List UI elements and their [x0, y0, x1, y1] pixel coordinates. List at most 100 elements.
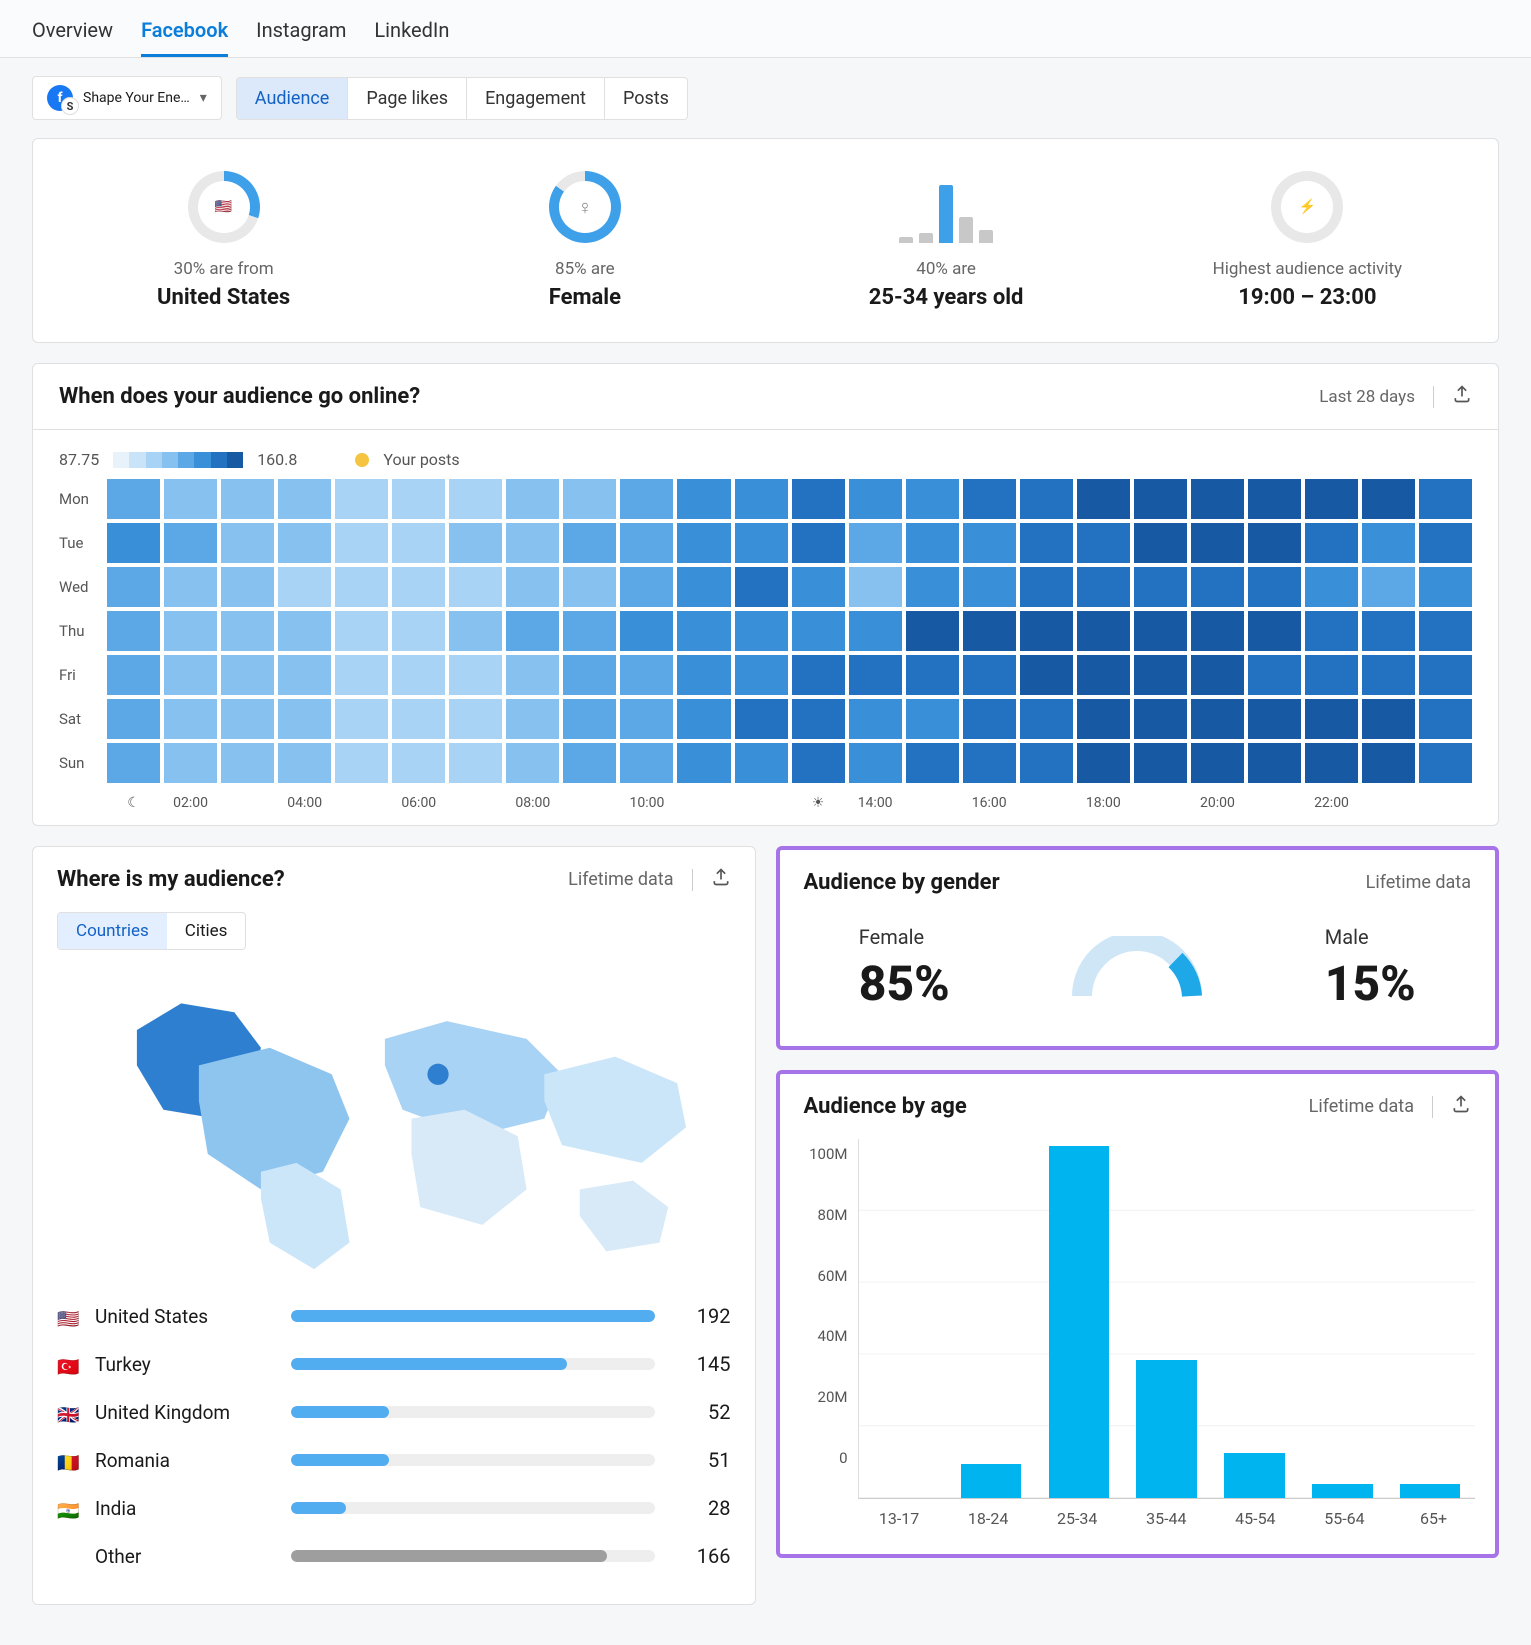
heatmap-cell[interactable]: [792, 523, 845, 563]
heatmap-cell[interactable]: [164, 567, 217, 607]
heatmap-cell[interactable]: [1134, 611, 1187, 651]
heatmap-cell[interactable]: [1305, 479, 1358, 519]
heatmap-cell[interactable]: [735, 743, 788, 783]
heatmap-cell[interactable]: [1419, 743, 1472, 783]
heatmap-cell[interactable]: [849, 523, 902, 563]
heatmap-cell[interactable]: [1077, 567, 1130, 607]
heatmap-cell[interactable]: [278, 655, 331, 695]
heatmap-cell[interactable]: [335, 743, 388, 783]
heatmap-cell[interactable]: [1248, 611, 1301, 651]
heatmap-cell[interactable]: [620, 567, 673, 607]
heatmap-cell[interactable]: [563, 655, 616, 695]
heatmap-cell[interactable]: [1362, 479, 1415, 519]
heatmap-cell[interactable]: [620, 655, 673, 695]
heatmap-cell[interactable]: [1020, 655, 1073, 695]
heatmap-cell[interactable]: [221, 523, 274, 563]
export-icon[interactable]: [1452, 384, 1472, 409]
heatmap-cell[interactable]: [1362, 699, 1415, 739]
heatmap-cell[interactable]: [963, 655, 1016, 695]
heatmap-cell[interactable]: [1020, 743, 1073, 783]
heatmap-cell[interactable]: [449, 655, 502, 695]
heatmap-cell[interactable]: [792, 699, 845, 739]
heatmap-cell[interactable]: [963, 479, 1016, 519]
heatmap-cell[interactable]: [278, 479, 331, 519]
heatmap-cell[interactable]: [849, 699, 902, 739]
heatmap-cell[interactable]: [107, 523, 160, 563]
heatmap-cell[interactable]: [107, 655, 160, 695]
age-bar[interactable]: [1049, 1146, 1110, 1498]
heatmap-cell[interactable]: [221, 611, 274, 651]
heatmap-cell[interactable]: [620, 611, 673, 651]
heatmap-cell[interactable]: [563, 699, 616, 739]
heatmap-cell[interactable]: [735, 567, 788, 607]
heatmap-cell[interactable]: [107, 699, 160, 739]
heatmap-cell[interactable]: [906, 523, 959, 563]
heatmap-cell[interactable]: [1191, 567, 1244, 607]
tab-overview[interactable]: Overview: [32, 10, 113, 57]
subtab-audience[interactable]: Audience: [237, 78, 349, 119]
export-icon[interactable]: [1451, 1094, 1471, 1119]
heatmap-cell[interactable]: [849, 479, 902, 519]
heatmap-cell[interactable]: [1077, 479, 1130, 519]
export-icon[interactable]: [711, 867, 731, 892]
heatmap-cell[interactable]: [735, 611, 788, 651]
heatmap-cell[interactable]: [506, 567, 559, 607]
heatmap-cell[interactable]: [1305, 567, 1358, 607]
heatmap-cell[interactable]: [1248, 743, 1301, 783]
heatmap-cell[interactable]: [563, 523, 616, 563]
heatmap-cell[interactable]: [506, 699, 559, 739]
heatmap-cell[interactable]: [506, 655, 559, 695]
heatmap-cell[interactable]: [392, 567, 445, 607]
heatmap-cell[interactable]: [735, 655, 788, 695]
heatmap-cell[interactable]: [335, 479, 388, 519]
world-map[interactable]: [33, 950, 755, 1292]
heatmap-cell[interactable]: [792, 479, 845, 519]
heatmap-cell[interactable]: [849, 611, 902, 651]
heatmap-cell[interactable]: [1305, 699, 1358, 739]
heatmap-cell[interactable]: [392, 655, 445, 695]
heatmap-cell[interactable]: [1191, 523, 1244, 563]
heatmap-cell[interactable]: [506, 743, 559, 783]
heatmap-cell[interactable]: [392, 611, 445, 651]
age-bar[interactable]: [1312, 1484, 1373, 1498]
subtab-page-likes[interactable]: Page likes: [348, 78, 467, 119]
heatmap-cell[interactable]: [1362, 655, 1415, 695]
heatmap-cell[interactable]: [1248, 655, 1301, 695]
heatmap-cell[interactable]: [1419, 699, 1472, 739]
heatmap-cell[interactable]: [1077, 743, 1130, 783]
heatmap-cell[interactable]: [849, 655, 902, 695]
heatmap-cell[interactable]: [392, 699, 445, 739]
heatmap-cell[interactable]: [906, 479, 959, 519]
heatmap-cell[interactable]: [1362, 611, 1415, 651]
heatmap-cell[interactable]: [221, 655, 274, 695]
heatmap-cell[interactable]: [963, 567, 1016, 607]
heatmap-cell[interactable]: [449, 699, 502, 739]
heatmap-cell[interactable]: [278, 523, 331, 563]
heatmap-cell[interactable]: [620, 699, 673, 739]
heatmap-cell[interactable]: [735, 523, 788, 563]
age-bar[interactable]: [1400, 1484, 1461, 1498]
heatmap-cell[interactable]: [906, 699, 959, 739]
heatmap-cell[interactable]: [221, 479, 274, 519]
heatmap-cell[interactable]: [563, 479, 616, 519]
subtab-posts[interactable]: Posts: [605, 78, 687, 119]
heatmap-cell[interactable]: [164, 479, 217, 519]
heatmap-cell[interactable]: [1248, 567, 1301, 607]
heatmap-cell[interactable]: [392, 523, 445, 563]
heatmap-cell[interactable]: [392, 743, 445, 783]
page-dropdown[interactable]: f Shape Your Ene… ▾: [32, 76, 222, 120]
heatmap-cell[interactable]: [1419, 567, 1472, 607]
heatmap-cell[interactable]: [792, 567, 845, 607]
tab-facebook[interactable]: Facebook: [141, 10, 228, 57]
heatmap-cell[interactable]: [563, 611, 616, 651]
heatmap-cell[interactable]: [164, 611, 217, 651]
heatmap-cell[interactable]: [1134, 567, 1187, 607]
age-bar[interactable]: [1136, 1360, 1197, 1498]
heatmap-cell[interactable]: [620, 523, 673, 563]
heatmap-cell[interactable]: [278, 611, 331, 651]
heatmap-cell[interactable]: [335, 699, 388, 739]
heatmap-cell[interactable]: [792, 655, 845, 695]
heatmap-cell[interactable]: [563, 567, 616, 607]
heatmap-cell[interactable]: [1134, 743, 1187, 783]
heatmap-cell[interactable]: [506, 523, 559, 563]
